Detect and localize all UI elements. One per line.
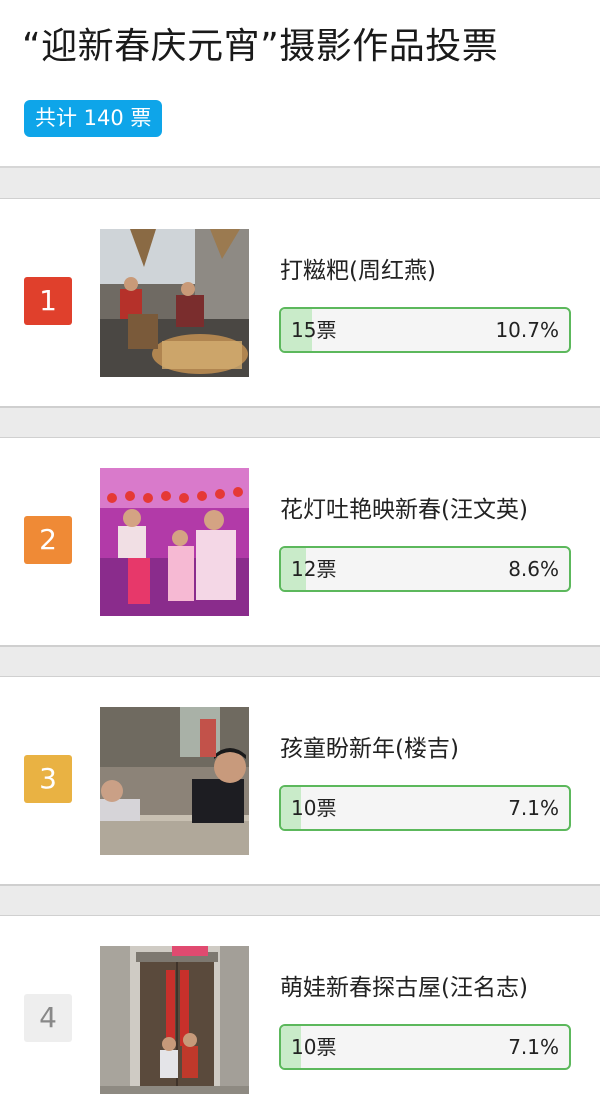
- vote-progress-bar[interactable]: 10票 7.1%: [279, 785, 571, 831]
- entry-title: 花灯吐艳映新春(汪文英): [280, 497, 528, 523]
- vote-percent: 7.1%: [508, 796, 559, 820]
- lantern-street-family-photo[interactable]: [100, 468, 249, 616]
- rank-badge: 4: [24, 994, 72, 1042]
- children-at-wall-photo[interactable]: [100, 707, 249, 855]
- entry-card[interactable]: 3 孩童盼新年(楼吉) 10票 7.1%: [0, 676, 600, 886]
- rank-badge: 1: [24, 277, 72, 325]
- rice-cake-pounding-photo[interactable]: [100, 229, 249, 377]
- rank-badge: 2: [24, 516, 72, 564]
- old-house-door-photo[interactable]: [100, 946, 249, 1094]
- vote-percent: 7.1%: [508, 1035, 559, 1059]
- vote-count: 10票: [291, 796, 337, 820]
- page-title: “迎新春庆元宵”摄影作品投票: [22, 26, 499, 67]
- vote-count: 15票: [291, 318, 337, 342]
- vote-count: 12票: [291, 557, 337, 581]
- vote-progress-bar[interactable]: 10票 7.1%: [279, 1024, 571, 1070]
- entry-card[interactable]: 4 萌娃新春探古屋(汪名志) 10票 7.1%: [0, 915, 600, 1118]
- entry-title: 萌娃新春探古屋(汪名志): [280, 975, 528, 1001]
- vote-percent: 10.7%: [495, 318, 559, 342]
- entry-card[interactable]: 1 打糍粑(周红燕) 15票 10.7%: [0, 198, 600, 408]
- vote-progress-bar[interactable]: 12票 8.6%: [279, 546, 571, 592]
- vote-count: 10票: [291, 1035, 337, 1059]
- vote-progress-bar[interactable]: 15票 10.7%: [279, 307, 571, 353]
- entry-title: 孩童盼新年(楼吉): [280, 736, 459, 762]
- total-votes-badge: 共计 140 票: [24, 100, 163, 137]
- entry-card[interactable]: 2 花灯吐艳映新春(汪文英) 12票 8.6%: [0, 437, 600, 647]
- entry-title: 打糍粑(周红燕): [280, 258, 436, 284]
- rank-badge: 3: [24, 755, 72, 803]
- page-header: “迎新春庆元宵”摄影作品投票 共计 140 票: [0, 0, 600, 168]
- vote-percent: 8.6%: [508, 557, 559, 581]
